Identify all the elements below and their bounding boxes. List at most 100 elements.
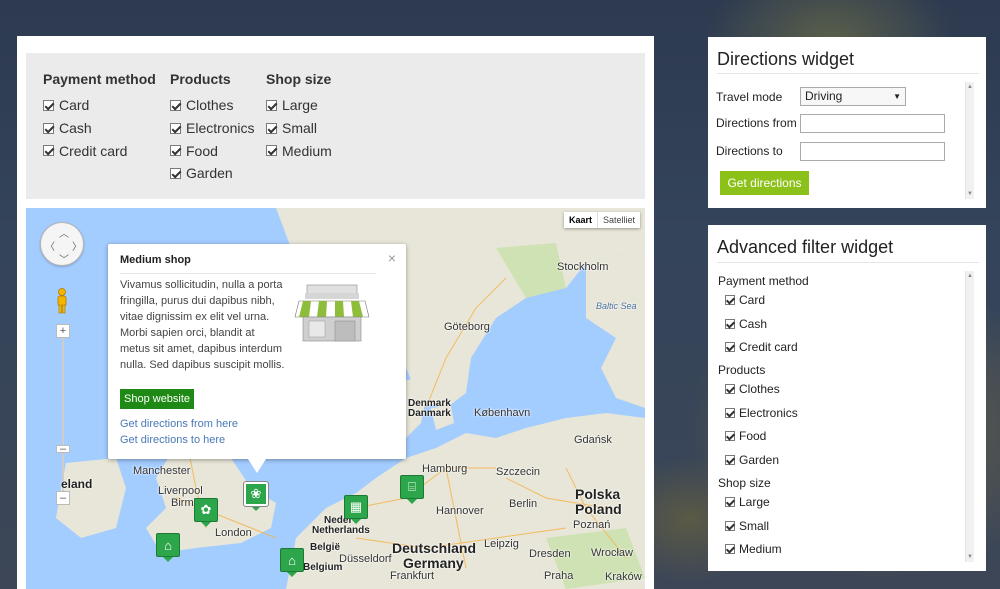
directions-from-input[interactable] [800,114,945,133]
adv-option-credit-card[interactable]: Credit card [725,340,798,354]
pan-up-icon[interactable]: ︿ [59,225,69,240]
shop-marker-home[interactable]: ⌂ [156,533,180,562]
filter-group-shop-size: Shop size Large Small Medium [266,71,332,162]
pan-right-icon[interactable]: 〉 [72,238,82,253]
shop-marker-garden[interactable]: ✿ [194,498,218,527]
filter-option-large[interactable]: Large [266,94,332,117]
adv-option-garden[interactable]: Garden [725,453,779,467]
zoom-in-icon[interactable]: + [56,324,70,338]
adv-option-electronics[interactable]: Electronics [725,406,798,420]
map-label: Dresden [529,548,571,560]
bank-icon: ⌸ [400,475,424,499]
close-icon[interactable]: × [388,250,396,266]
advanced-filter-widget: Advanced filter widget Payment method Ca… [708,225,986,571]
directions-to-input[interactable] [800,142,945,161]
map-label: Szczecin [496,466,541,478]
filter-option-credit-card[interactable]: Credit card [43,139,156,162]
pegman-icon[interactable] [55,288,69,314]
pan-left-icon[interactable]: 〈 [45,238,55,253]
map-label: Düsseldorf [339,553,392,565]
adv-option-card[interactable]: Card [725,293,765,307]
house-icon: ⌂ [156,533,180,557]
adv-filter-group-title: Shop size [718,476,771,490]
garden-icon: ✿ [194,498,218,522]
map-label: Netherlands [312,525,370,536]
map-label: Manchester [133,465,191,477]
scrollbar[interactable]: ▲ ▼ [965,271,974,562]
filter-box: Payment method Card Cash Credit card Pro… [26,53,645,199]
checkbox-checked[interactable] [725,319,735,329]
main-panel: Payment method Card Cash Credit card Pro… [17,36,654,589]
adv-filter-group-title: Products [718,363,766,377]
scroll-up-icon[interactable]: ▲ [967,84,973,90]
checkbox-checked[interactable] [725,497,735,507]
map-label: eland [61,477,93,491]
shop-website-button[interactable]: Shop website [120,389,195,409]
checkbox-checked[interactable] [266,145,277,157]
filter-option-card[interactable]: Card [43,94,156,117]
checkbox-checked[interactable] [725,521,735,531]
checkbox-checked[interactable] [170,99,181,111]
map-type-button-map[interactable]: Kaart [564,212,598,228]
travel-mode-label: Travel mode [716,90,783,104]
map-label: Liverpool [158,485,203,497]
checkbox-checked[interactable] [725,384,735,394]
get-directions-button[interactable]: Get directions [720,171,809,195]
info-window: Medium shop × Vivamus sollicitudin, null… [108,244,406,473]
pan-control[interactable]: ︿ ﹀ 〈 〉 [40,222,84,266]
scroll-up-icon[interactable]: ▲ [967,273,973,279]
shop-marker-home[interactable]: ⌂ [280,548,304,577]
scroll-down-icon[interactable]: ▼ [967,554,973,560]
directions-to-link[interactable]: Get directions to here [120,434,225,446]
scrollbar[interactable]: ▲ ▼ [965,82,974,199]
checkbox-checked[interactable] [725,431,735,441]
checkbox-checked[interactable] [170,167,181,179]
directions-from-link[interactable]: Get directions from here [120,418,238,430]
map-label: Belgium [303,562,343,573]
checkbox-checked[interactable] [170,122,181,134]
adv-option-clothes[interactable]: Clothes [725,382,780,396]
map-type-control: Kaart Satelliet [563,212,640,228]
checkbox-checked[interactable] [725,295,735,305]
filter-option-food[interactable]: Food [170,139,254,162]
filter-group-title: Shop size [266,71,332,87]
adv-option-cash[interactable]: Cash [725,317,767,331]
adv-option-large[interactable]: Large [725,495,770,509]
shop-marker-shop[interactable]: ▦ [344,495,368,524]
map-label: Berlin [509,498,538,510]
checkbox-checked[interactable] [725,544,735,554]
filter-option-cash[interactable]: Cash [43,117,156,140]
checkbox-checked[interactable] [43,145,54,157]
filter-option-clothes[interactable]: Clothes [170,94,254,117]
checkbox-checked[interactable] [43,122,54,134]
checkbox-checked[interactable] [725,455,735,465]
filter-option-medium[interactable]: Medium [266,139,332,162]
checkbox-checked[interactable] [170,145,181,157]
zoom-out-icon[interactable]: – [56,491,70,505]
house-icon: ⌂ [280,548,304,572]
adv-option-small[interactable]: Small [725,519,769,533]
map-label: Praha [544,570,574,582]
adv-option-food[interactable]: Food [725,429,766,443]
map-label: London [215,527,252,539]
shop-marker-garden[interactable]: ❀ [243,481,269,511]
map-label: Stockholm [557,261,609,273]
pan-down-icon[interactable]: ﹀ [59,251,69,266]
zoom-slider-handle[interactable]: – [56,444,70,455]
filter-option-garden[interactable]: Garden [170,162,254,185]
map-type-button-satellite[interactable]: Satelliet [598,212,640,228]
scroll-down-icon[interactable]: ▼ [967,191,973,197]
checkbox-checked[interactable] [266,99,277,111]
shop-marker-bank[interactable]: ⌸ [400,475,424,504]
adv-option-medium[interactable]: Medium [725,542,782,556]
checkbox-checked[interactable] [725,408,735,418]
filter-option-electronics[interactable]: Electronics [170,117,254,140]
checkbox-checked[interactable] [266,122,277,134]
filter-option-small[interactable]: Small [266,117,332,140]
map-label: Gdańsk [574,434,612,446]
checkbox-checked[interactable] [725,342,735,352]
map[interactable]: Kaart Satelliet ︿ ﹀ 〈 〉 + – – Stockholm … [26,208,645,589]
garden-icon: ❀ [243,481,269,507]
travel-mode-select[interactable]: Driving ▼ [800,87,906,106]
checkbox-checked[interactable] [43,99,54,111]
